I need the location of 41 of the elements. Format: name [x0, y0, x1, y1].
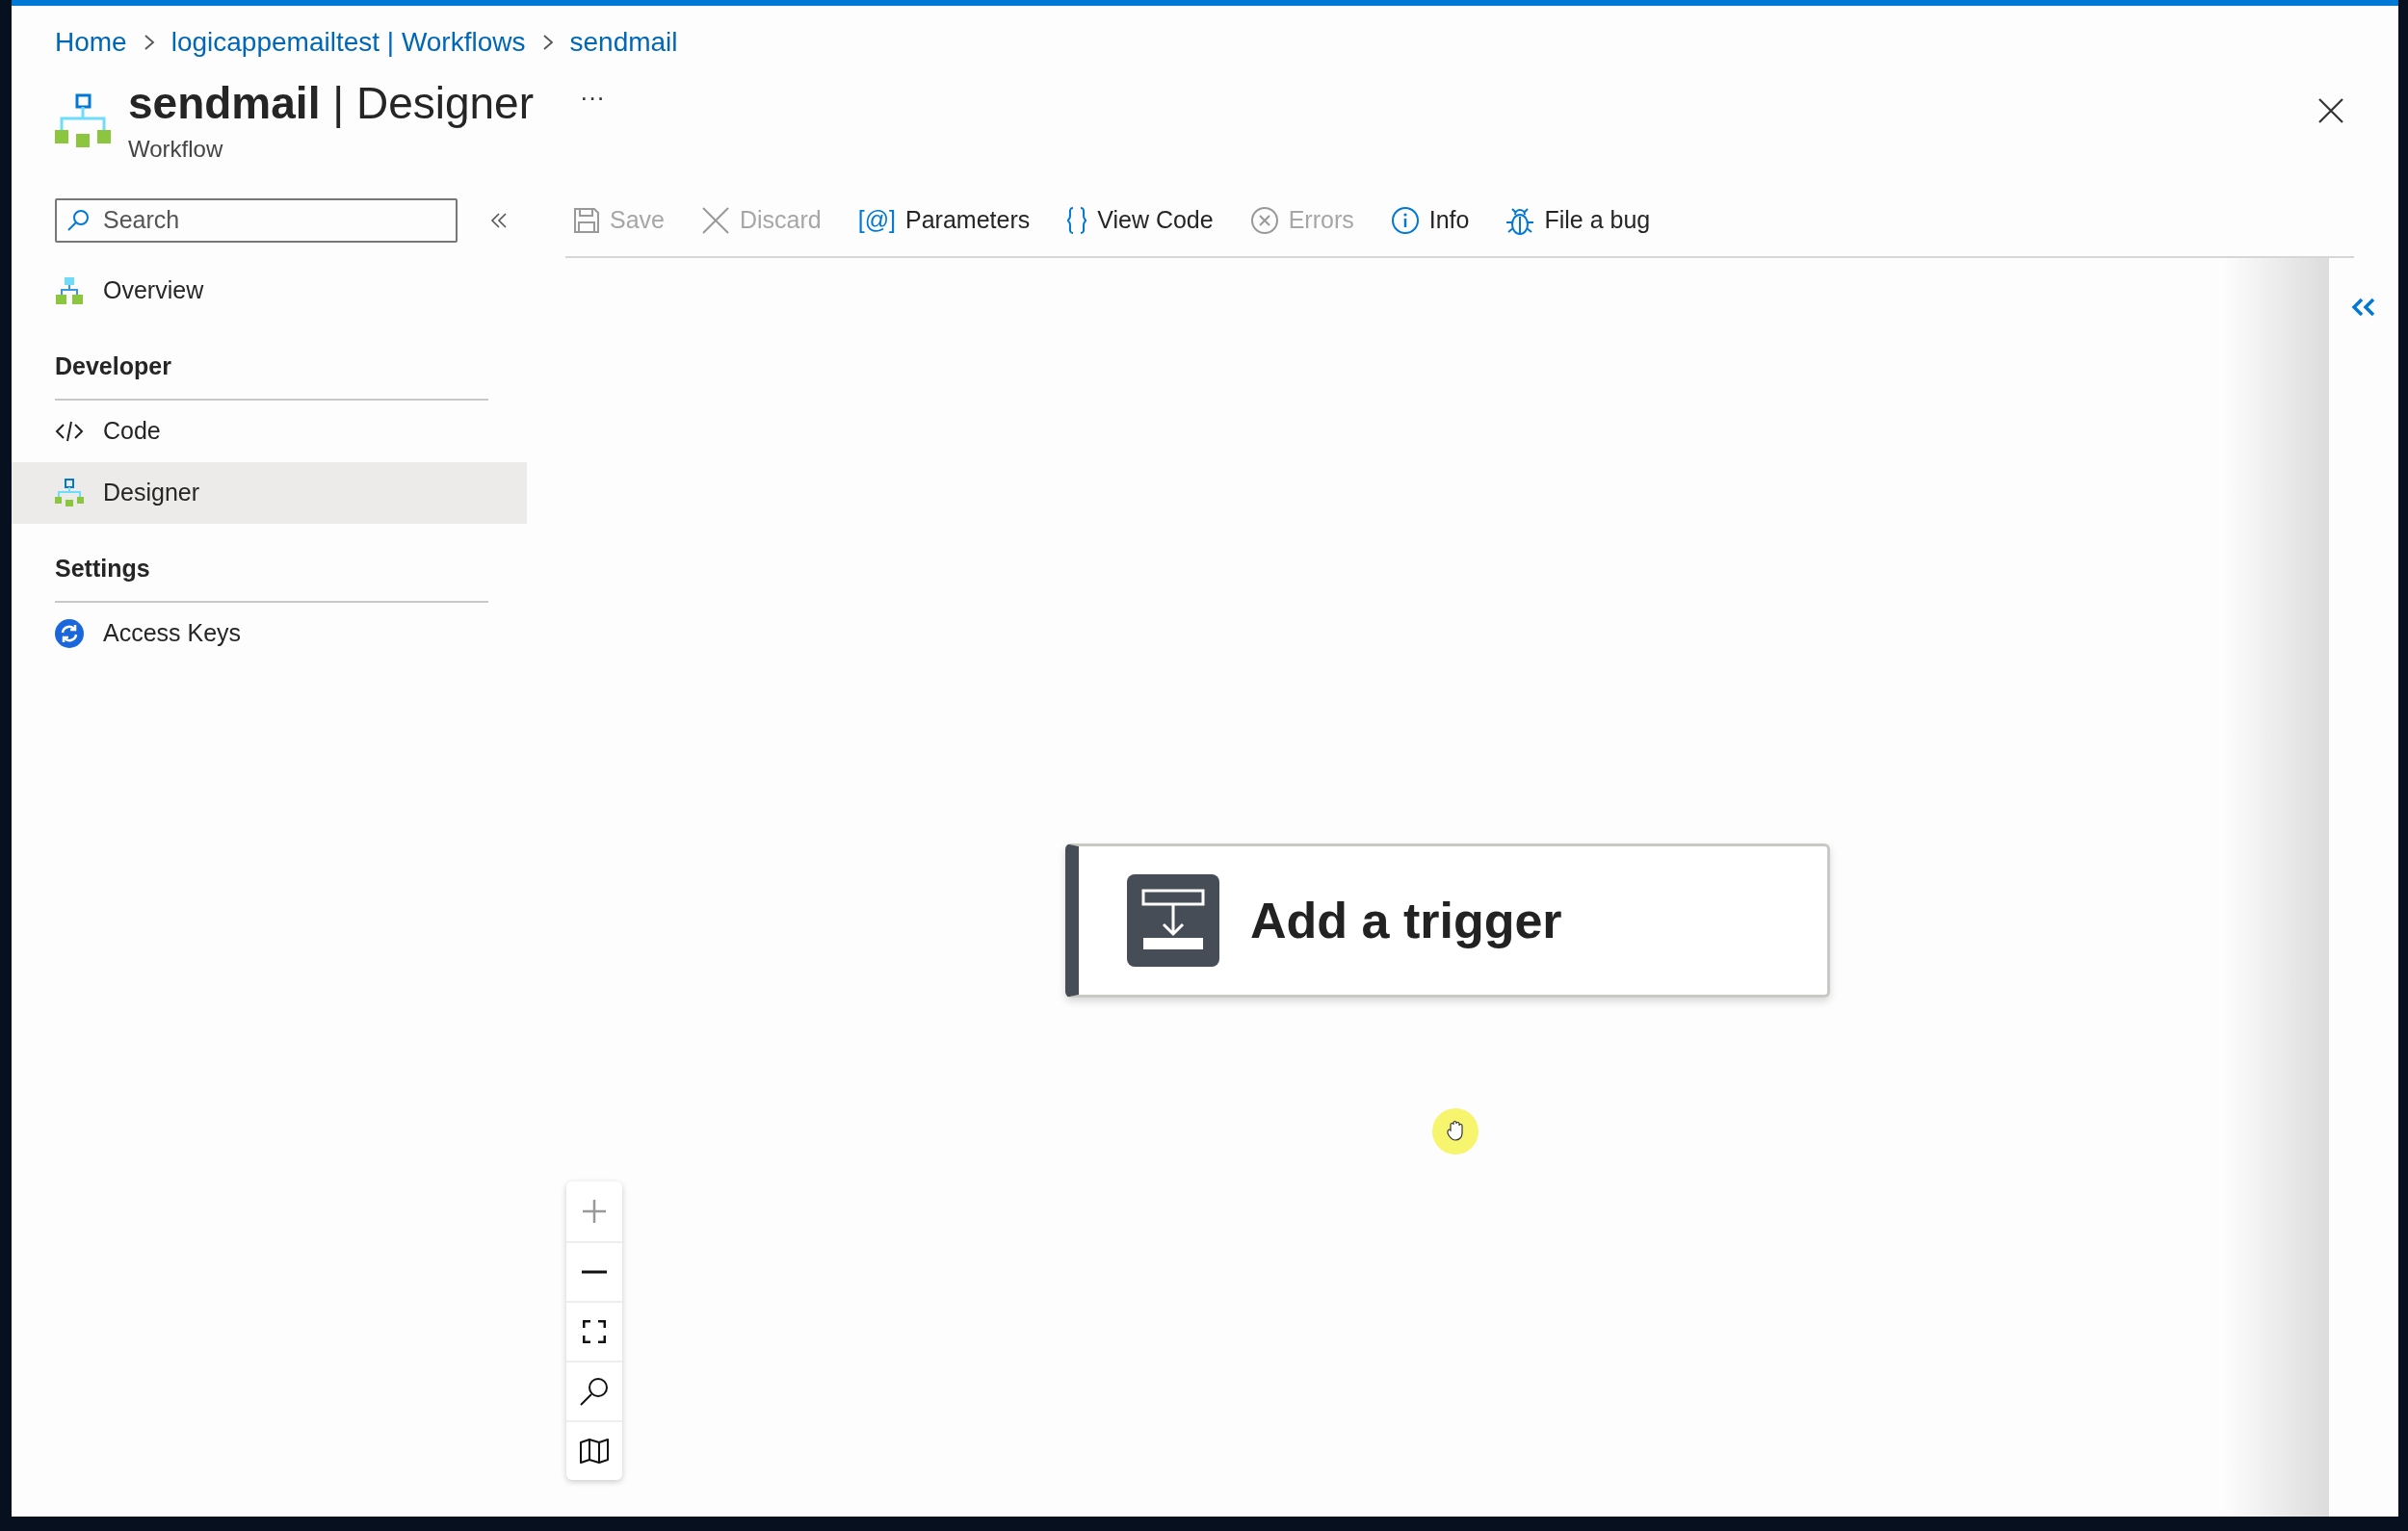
- trigger-icon: [1127, 873, 1219, 967]
- sidebar-item-label: Overview: [103, 276, 204, 305]
- sidebar-item-label: Access Keys: [103, 619, 242, 648]
- info-icon: [1390, 205, 1420, 235]
- toolbar-button[interactable]: File a bug: [1505, 204, 1651, 236]
- breadcrumb-link[interactable]: Home: [55, 27, 127, 58]
- sidebar-item[interactable]: Overview: [12, 259, 527, 322]
- trigger-card[interactable]: Add a trigger: [1065, 843, 1830, 998]
- trigger-label: Add a trigger: [1250, 891, 1562, 949]
- sidebar-item-label: Code: [103, 417, 161, 446]
- parameters-glyph: [@]: [857, 206, 896, 235]
- cursor-highlight-icon: [1432, 1107, 1479, 1155]
- sidebar-item[interactable]: Code: [12, 400, 527, 462]
- search-field[interactable]: Search: [55, 197, 458, 243]
- sidebar-item[interactable]: Access Keys: [12, 602, 527, 664]
- fit-view-icon: [583, 1320, 606, 1343]
- error-icon: [1249, 205, 1279, 235]
- toolbar-button[interactable]: Info: [1390, 205, 1470, 235]
- map-icon: [579, 1439, 610, 1464]
- plus-icon: [582, 1199, 607, 1224]
- braces-icon: [1066, 205, 1088, 235]
- toolbar-button[interactable]: [@] Parameters: [857, 206, 1031, 235]
- breadcrumb-link[interactable]: sendmail: [569, 27, 678, 58]
- sitemap-icon: [55, 478, 84, 507]
- page-subtitle: Workflow: [128, 135, 224, 163]
- close-icon: [701, 205, 730, 235]
- sidebar-item[interactable]: Designer: [12, 461, 527, 524]
- workflow-icon: [55, 92, 111, 148]
- save-icon: [573, 206, 600, 234]
- refresh-icon: [55, 618, 84, 648]
- page-title: sendmail | Designer: [128, 79, 535, 128]
- search-icon: [579, 1376, 610, 1407]
- more-button[interactable]: ···: [551, 79, 634, 117]
- section-header: Developer: [55, 351, 488, 401]
- breadcrumb-link[interactable]: logicappemailtest | Workflows: [170, 27, 526, 58]
- toolbar-button[interactable]: View Code: [1066, 205, 1214, 235]
- search-icon: [66, 208, 90, 232]
- section-header: Settings: [55, 554, 488, 603]
- minus-icon: [582, 1270, 607, 1274]
- sidebar-item-label: Designer: [103, 479, 200, 507]
- sitemap-icon: [55, 275, 84, 305]
